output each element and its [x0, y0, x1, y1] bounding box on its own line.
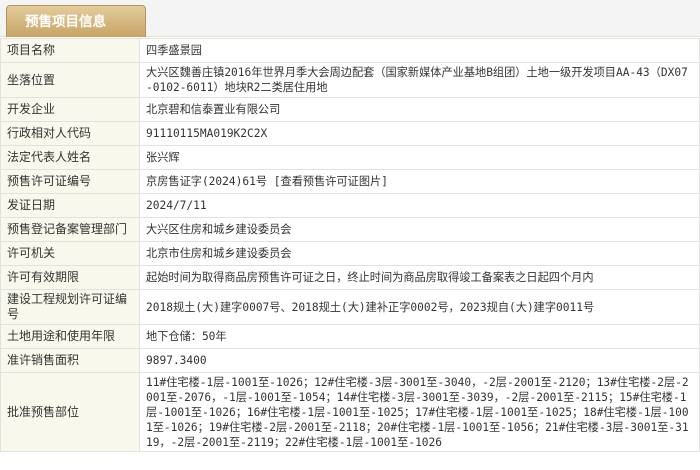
row-label: 许可机关 [0, 241, 140, 266]
row-label: 项目名称 [0, 38, 140, 63]
saleable-area-value: 9897.3400 [139, 348, 700, 373]
tab-presale-project-info[interactable]: 预售项目信息 [6, 5, 146, 37]
table-row: 土地用途和使用年限 地下仓储：50年 [0, 324, 700, 349]
table-row: 许可机关 北京市住房和城乡建设委员会 [0, 241, 700, 266]
issue-date-value: 2024/7/11 [139, 193, 700, 218]
table-row: 建设工程规划许可证编号 2018规土(大)建字0007号、2018规土(大)建补… [0, 289, 700, 325]
project-name-value: 四季盛景园 [139, 38, 700, 63]
view-permit-image-link[interactable]: [查看预售许可证图片] [274, 175, 388, 188]
approved-units-value: 11#住宅楼-1层-1001至-1026；12#住宅楼-3层-3001至-304… [139, 372, 700, 452]
table-row: 预售许可证编号 京房售证字(2024)61号 [查看预售许可证图片] [0, 169, 700, 194]
row-label: 建设工程规划许可证编号 [0, 289, 140, 325]
planning-permit-value: 2018规土(大)建字0007号、2018规土(大)建补正字0002号，2023… [139, 289, 700, 325]
registration-dept-value: 大兴区住房和城乡建设委员会 [139, 217, 700, 242]
land-use-value: 地下仓储：50年 [139, 324, 700, 349]
permit-authority-value: 北京市住房和城乡建设委员会 [139, 241, 700, 266]
table-row: 法定代表人姓名 张兴辉 [0, 145, 700, 170]
table-row: 项目名称 四季盛景园 [0, 38, 700, 63]
permit-validity-value: 起始时间为取得商品房预售许可证之日，终止时间为商品房取得竣工备案表之日起四个月内 [139, 265, 700, 290]
table-row: 准许销售面积 9897.3400 [0, 348, 700, 373]
row-label: 土地用途和使用年限 [0, 324, 140, 349]
location-value: 大兴区魏善庄镇2016年世界月季大会周边配套（国家新媒体产业基地B组团）土地一级… [139, 62, 700, 98]
table-row: 行政相对人代码 91110115MA019K2C2X [0, 121, 700, 146]
row-label: 批准预售部位 [0, 372, 140, 452]
table-row: 许可有效期限 起始时间为取得商品房预售许可证之日，终止时间为商品房取得竣工备案表… [0, 265, 700, 290]
row-label: 坐落位置 [0, 62, 140, 98]
row-label: 发证日期 [0, 193, 140, 218]
table-row: 坐落位置 大兴区魏善庄镇2016年世界月季大会周边配套（国家新媒体产业基地B组团… [0, 62, 700, 98]
table-row: 批准预售部位 11#住宅楼-1层-1001至-1026；12#住宅楼-3层-30… [0, 372, 700, 452]
row-label: 许可有效期限 [0, 265, 140, 290]
row-label: 法定代表人姓名 [0, 145, 140, 170]
row-label: 行政相对人代码 [0, 121, 140, 146]
row-label: 开发企业 [0, 97, 140, 122]
table-row: 开发企业 北京碧和信泰置业有限公司 [0, 97, 700, 122]
row-label: 预售登记备案管理部门 [0, 217, 140, 242]
section-header-bar: 预售项目信息 [0, 0, 700, 37]
row-label: 准许销售面积 [0, 348, 140, 373]
presale-info-table: 项目名称 四季盛景园 坐落位置 大兴区魏善庄镇2016年世界月季大会周边配套（国… [0, 38, 700, 452]
row-label: 预售许可证编号 [0, 169, 140, 194]
developer-value: 北京碧和信泰置业有限公司 [139, 97, 700, 122]
permit-number-cell: 京房售证字(2024)61号 [查看预售许可证图片] [139, 169, 700, 194]
table-row: 发证日期 2024/7/11 [0, 193, 700, 218]
table-row: 预售登记备案管理部门 大兴区住房和城乡建设委员会 [0, 217, 700, 242]
permit-number-value: 京房售证字(2024)61号 [146, 175, 268, 188]
credit-code-value: 91110115MA019K2C2X [139, 121, 700, 146]
legal-representative-value: 张兴辉 [139, 145, 700, 170]
